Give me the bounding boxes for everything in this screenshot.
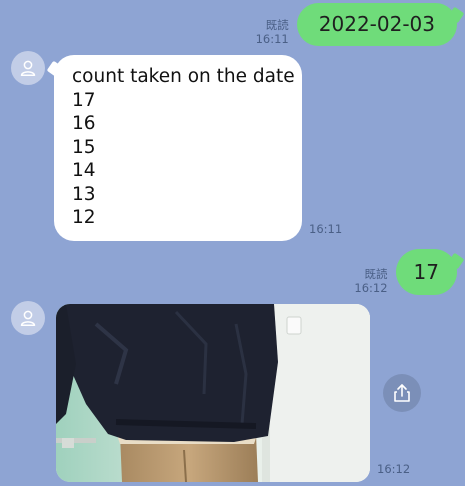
incoming-bubble[interactable]: count taken on the date 17 16 15 14 13 1… [54,55,302,241]
message-line: 12 [72,207,96,228]
message-line: 15 [72,136,96,158]
photo-image [56,304,370,482]
message-line: 14 [72,160,96,181]
message-time: 16:12 [377,462,411,476]
share-button[interactable] [383,374,421,412]
message-line: 17 [72,89,96,111]
message-text: 2022-02-03 [318,12,435,36]
message-meta: 既読 16:12 [354,267,387,295]
message-line: count taken on the date [72,66,295,87]
avatar[interactable] [11,301,45,335]
chat-area: 既読 16:11 2022-02-03 count taken on the d… [0,0,465,486]
message-line: 16 [72,113,96,134]
message-text: 17 [413,260,439,284]
message-time: 16:11 [255,32,289,46]
share-icon [394,384,410,402]
person-icon [20,310,36,326]
outgoing-bubble[interactable]: 2022-02-03 [296,3,457,46]
person-icon [20,60,36,76]
message-time: 16:11 [309,222,343,236]
message-time: 16:12 [354,281,388,295]
message-meta: 既読 16:11 [256,18,289,46]
photo-message[interactable] [56,304,370,482]
outgoing-bubble[interactable]: 17 [395,249,457,295]
read-status: 既読 [265,18,289,32]
message-line: 13 [72,183,96,205]
avatar[interactable] [11,51,45,85]
outgoing-message-reply: 既読 16:12 17 [354,249,457,295]
outgoing-message-date: 既読 16:11 2022-02-03 [256,3,457,46]
read-status: 既読 [364,267,388,281]
